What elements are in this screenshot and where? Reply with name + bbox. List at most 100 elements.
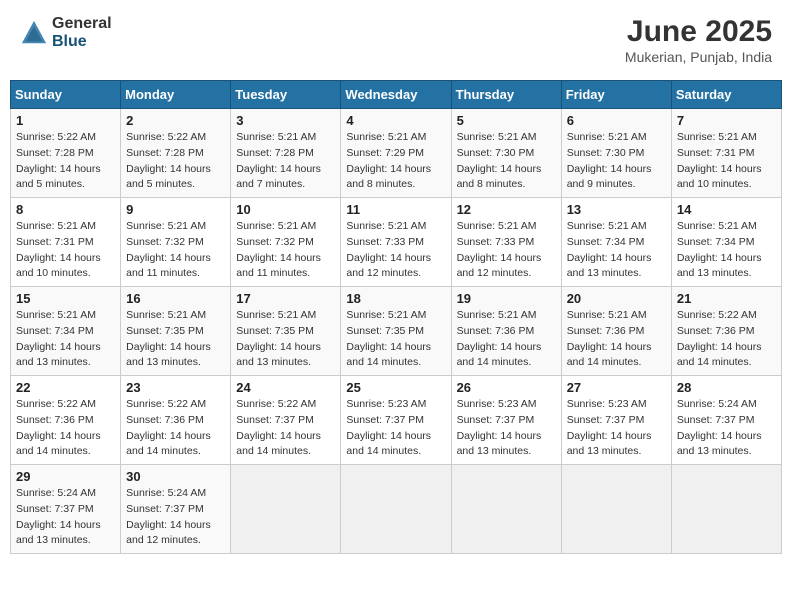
header-thursday: Thursday xyxy=(451,81,561,109)
day-info: Sunrise: 5:21 AMSunset: 7:31 PMDaylight:… xyxy=(677,130,776,193)
calendar-cell xyxy=(341,465,451,554)
calendar-cell: 1 Sunrise: 5:22 AMSunset: 7:28 PMDaylight… xyxy=(11,109,121,198)
calendar-title: June 2025 xyxy=(625,15,772,49)
day-info: Sunrise: 5:24 AMSunset: 7:37 PMDaylight:… xyxy=(16,486,115,549)
day-number: 23 xyxy=(126,380,225,395)
day-info: Sunrise: 5:21 AMSunset: 7:36 PMDaylight:… xyxy=(567,308,666,371)
day-number: 18 xyxy=(346,291,445,306)
calendar-cell: 12 Sunrise: 5:21 AMSunset: 7:33 PMDayligh… xyxy=(451,198,561,287)
calendar-cell: 25 Sunrise: 5:23 AMSunset: 7:37 PMDayligh… xyxy=(341,376,451,465)
day-number: 6 xyxy=(567,113,666,128)
day-number: 12 xyxy=(457,202,556,217)
calendar-week-2: 8Sunrise: 5:21 AMSunset: 7:31 PMDaylight… xyxy=(11,198,782,287)
calendar-week-1: 1 Sunrise: 5:22 AMSunset: 7:28 PMDaylight… xyxy=(11,109,782,198)
day-info: Sunrise: 5:23 AMSunset: 7:37 PMDaylight:… xyxy=(457,397,556,460)
day-number: 19 xyxy=(457,291,556,306)
calendar-cell: 11 Sunrise: 5:21 AMSunset: 7:33 PMDayligh… xyxy=(341,198,451,287)
day-info: Sunrise: 5:21 AMSunset: 7:32 PMDaylight:… xyxy=(236,219,335,282)
day-info: Sunrise: 5:24 AMSunset: 7:37 PMDaylight:… xyxy=(126,486,225,549)
day-info: Sunrise: 5:21 AMSunset: 7:28 PMDaylight:… xyxy=(236,130,335,193)
header-row: Sunday Monday Tuesday Wednesday Thursday… xyxy=(11,81,782,109)
calendar-cell: 24Sunrise: 5:22 AMSunset: 7:37 PMDayligh… xyxy=(231,376,341,465)
calendar-subtitle: Mukerian, Punjab, India xyxy=(625,49,772,65)
calendar-cell xyxy=(561,465,671,554)
calendar-cell: 10 Sunrise: 5:21 AMSunset: 7:32 PMDayligh… xyxy=(231,198,341,287)
calendar-cell: 9 Sunrise: 5:21 AMSunset: 7:32 PMDaylight… xyxy=(121,198,231,287)
calendar-cell: 19Sunrise: 5:21 AMSunset: 7:36 PMDayligh… xyxy=(451,287,561,376)
calendar-cell: 15 Sunrise: 5:21 AMSunset: 7:34 PMDayligh… xyxy=(11,287,121,376)
day-info: Sunrise: 5:24 AMSunset: 7:37 PMDaylight:… xyxy=(677,397,776,460)
day-number: 10 xyxy=(236,202,335,217)
page-header: General Blue June 2025 Mukerian, Punjab,… xyxy=(10,10,782,70)
day-info: Sunrise: 5:21 AMSunset: 7:32 PMDaylight:… xyxy=(126,219,225,282)
day-number: 27 xyxy=(567,380,666,395)
day-info: Sunrise: 5:22 AMSunset: 7:28 PMDaylight:… xyxy=(126,130,225,193)
header-monday: Monday xyxy=(121,81,231,109)
day-number: 7 xyxy=(677,113,776,128)
calendar-cell: 20Sunrise: 5:21 AMSunset: 7:36 PMDayligh… xyxy=(561,287,671,376)
calendar-cell: 16 Sunrise: 5:21 AMSunset: 7:35 PMDayligh… xyxy=(121,287,231,376)
day-number: 16 xyxy=(126,291,225,306)
day-info: Sunrise: 5:22 AMSunset: 7:36 PMDaylight:… xyxy=(677,308,776,371)
header-sunday: Sunday xyxy=(11,81,121,109)
day-info: Sunrise: 5:21 AMSunset: 7:35 PMDaylight:… xyxy=(346,308,445,371)
calendar-cell: 3Sunrise: 5:21 AMSunset: 7:28 PMDaylight… xyxy=(231,109,341,198)
day-number: 1 xyxy=(16,113,115,128)
logo: General Blue xyxy=(20,15,112,50)
calendar-cell: 5Sunrise: 5:21 AMSunset: 7:30 PMDaylight… xyxy=(451,109,561,198)
calendar-cell: 22Sunrise: 5:22 AMSunset: 7:36 PMDayligh… xyxy=(11,376,121,465)
day-info: Sunrise: 5:22 AMSunset: 7:36 PMDaylight:… xyxy=(126,397,225,460)
day-info: Sunrise: 5:21 AMSunset: 7:33 PMDaylight:… xyxy=(457,219,556,282)
day-info: Sunrise: 5:21 AMSunset: 7:34 PMDaylight:… xyxy=(567,219,666,282)
calendar-cell: 29 Sunrise: 5:24 AMSunset: 7:37 PMDayligh… xyxy=(11,465,121,554)
calendar-table: Sunday Monday Tuesday Wednesday Thursday… xyxy=(10,80,782,554)
day-info: Sunrise: 5:21 AMSunset: 7:33 PMDaylight:… xyxy=(346,219,445,282)
calendar-cell: 14 Sunrise: 5:21 AMSunset: 7:34 PMDayligh… xyxy=(671,198,781,287)
day-info: Sunrise: 5:21 AMSunset: 7:34 PMDaylight:… xyxy=(16,308,115,371)
calendar-cell xyxy=(671,465,781,554)
calendar-cell: 26Sunrise: 5:23 AMSunset: 7:37 PMDayligh… xyxy=(451,376,561,465)
header-friday: Friday xyxy=(561,81,671,109)
logo-blue: Blue xyxy=(52,33,112,51)
day-info: Sunrise: 5:22 AMSunset: 7:36 PMDaylight:… xyxy=(16,397,115,460)
calendar-week-3: 15 Sunrise: 5:21 AMSunset: 7:34 PMDayligh… xyxy=(11,287,782,376)
day-number: 30 xyxy=(126,469,225,484)
day-info: Sunrise: 5:21 AMSunset: 7:29 PMDaylight:… xyxy=(346,130,445,193)
calendar-cell: 30 Sunrise: 5:24 AMSunset: 7:37 PMDayligh… xyxy=(121,465,231,554)
day-number: 25 xyxy=(346,380,445,395)
logo-general: General xyxy=(52,15,112,33)
day-info: Sunrise: 5:21 AMSunset: 7:31 PMDaylight:… xyxy=(16,219,115,282)
day-number: 13 xyxy=(567,202,666,217)
day-number: 9 xyxy=(126,202,225,217)
calendar-cell: 4 Sunrise: 5:21 AMSunset: 7:29 PMDaylight… xyxy=(341,109,451,198)
calendar-week-4: 22Sunrise: 5:22 AMSunset: 7:36 PMDayligh… xyxy=(11,376,782,465)
day-info: Sunrise: 5:22 AMSunset: 7:28 PMDaylight:… xyxy=(16,130,115,193)
day-number: 11 xyxy=(346,202,445,217)
calendar-cell: 6 Sunrise: 5:21 AMSunset: 7:30 PMDaylight… xyxy=(561,109,671,198)
calendar-header: Sunday Monday Tuesday Wednesday Thursday… xyxy=(11,81,782,109)
day-number: 21 xyxy=(677,291,776,306)
day-info: Sunrise: 5:23 AMSunset: 7:37 PMDaylight:… xyxy=(346,397,445,460)
day-number: 5 xyxy=(457,113,556,128)
calendar-cell: 28Sunrise: 5:24 AMSunset: 7:37 PMDayligh… xyxy=(671,376,781,465)
calendar-cell xyxy=(231,465,341,554)
header-wednesday: Wednesday xyxy=(341,81,451,109)
day-number: 4 xyxy=(346,113,445,128)
calendar-cell: 2 Sunrise: 5:22 AMSunset: 7:28 PMDaylight… xyxy=(121,109,231,198)
calendar-cell xyxy=(451,465,561,554)
day-number: 15 xyxy=(16,291,115,306)
day-info: Sunrise: 5:21 AMSunset: 7:30 PMDaylight:… xyxy=(567,130,666,193)
day-number: 14 xyxy=(677,202,776,217)
day-info: Sunrise: 5:21 AMSunset: 7:35 PMDaylight:… xyxy=(236,308,335,371)
header-saturday: Saturday xyxy=(671,81,781,109)
calendar-body: 1 Sunrise: 5:22 AMSunset: 7:28 PMDaylight… xyxy=(11,109,782,554)
logo-text: General Blue xyxy=(52,15,112,50)
day-number: 29 xyxy=(16,469,115,484)
day-info: Sunrise: 5:21 AMSunset: 7:34 PMDaylight:… xyxy=(677,219,776,282)
day-number: 24 xyxy=(236,380,335,395)
calendar-week-5: 29 Sunrise: 5:24 AMSunset: 7:37 PMDayligh… xyxy=(11,465,782,554)
day-info: Sunrise: 5:21 AMSunset: 7:35 PMDaylight:… xyxy=(126,308,225,371)
day-number: 2 xyxy=(126,113,225,128)
calendar-cell: 13 Sunrise: 5:21 AMSunset: 7:34 PMDayligh… xyxy=(561,198,671,287)
calendar-cell: 23 Sunrise: 5:22 AMSunset: 7:36 PMDayligh… xyxy=(121,376,231,465)
